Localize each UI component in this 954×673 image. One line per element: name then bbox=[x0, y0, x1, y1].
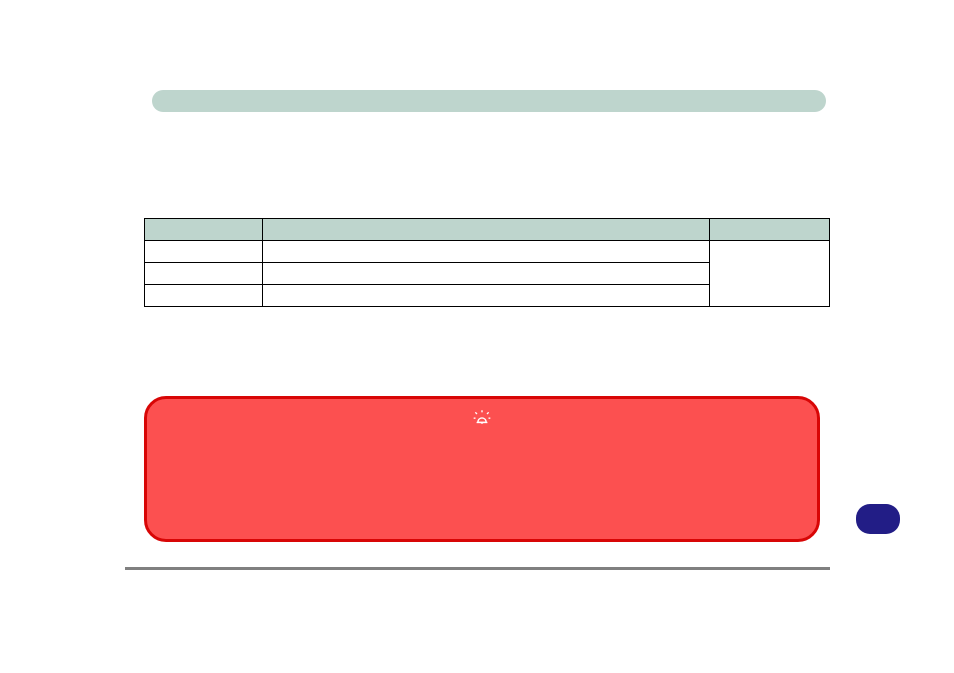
divider-line bbox=[125, 567, 830, 570]
table-cell bbox=[262, 285, 709, 307]
table-header-row bbox=[145, 219, 830, 241]
alert-box bbox=[144, 396, 820, 542]
table-cell bbox=[145, 285, 263, 307]
side-button[interactable] bbox=[856, 504, 900, 534]
header-pill bbox=[152, 90, 826, 112]
data-table bbox=[144, 218, 830, 307]
table-header-2 bbox=[262, 219, 709, 241]
table-cell bbox=[262, 241, 709, 263]
table-cell bbox=[145, 241, 263, 263]
table-header-3 bbox=[710, 219, 830, 241]
alarm-bell-icon bbox=[472, 409, 492, 429]
table-row bbox=[145, 241, 830, 263]
table-cell bbox=[262, 263, 709, 285]
table-header-1 bbox=[145, 219, 263, 241]
table-cell-merged bbox=[710, 241, 830, 307]
table-cell bbox=[145, 263, 263, 285]
